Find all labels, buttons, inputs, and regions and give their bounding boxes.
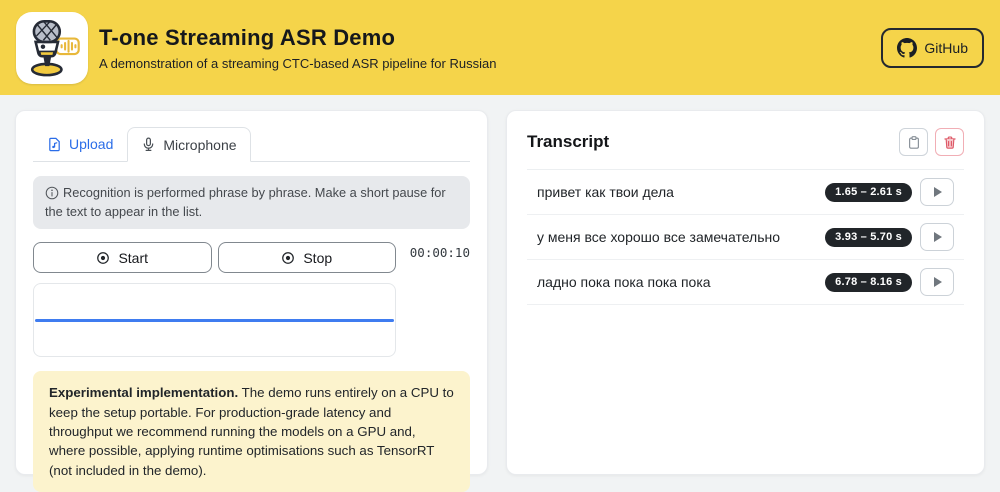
tab-microphone[interactable]: Microphone <box>127 127 250 162</box>
transcript-title: Transcript <box>527 132 609 152</box>
transcript-actions <box>899 128 964 156</box>
time-badge: 3.93 – 5.70 s <box>825 228 912 247</box>
recording-timer: 00:00:10 <box>404 242 470 273</box>
page-title: T-one Streaming ASR Demo <box>99 25 496 51</box>
experimental-note-lead: Experimental implementation. <box>49 385 238 400</box>
waveform-display <box>33 283 396 357</box>
transcript-text: ладно пока пока пока пока <box>537 274 711 290</box>
info-alert-text: Recognition is performed phrase by phras… <box>45 185 446 219</box>
time-badge: 6.78 – 8.16 s <box>825 273 912 292</box>
recording-controls: Start Stop 00:00:10 <box>33 242 470 273</box>
play-button[interactable] <box>920 223 954 251</box>
tab-upload-label: Upload <box>69 136 113 152</box>
page-subtitle: A demonstration of a streaming CTC-based… <box>99 56 496 71</box>
microphone-logo-icon <box>21 17 83 79</box>
transcript-row: ладно пока пока пока пока 6.78 – 8.16 s <box>527 260 964 305</box>
tab-bar: Upload Microphone <box>33 127 470 162</box>
transcript-row: у меня все хорошо все замечательно 3.93 … <box>527 215 964 260</box>
transcript-header: Transcript <box>527 128 964 170</box>
trash-icon <box>943 135 957 150</box>
main-content: Upload Microphone Recognition is perf <box>0 95 1000 490</box>
stop-button-label: Stop <box>303 250 332 266</box>
copy-button[interactable] <box>899 128 928 156</box>
experimental-note: Experimental implementation. The demo ru… <box>33 371 470 492</box>
waveform-line <box>35 319 394 322</box>
app-page: T-one Streaming ASR Demo A demonstration… <box>0 0 1000 491</box>
start-button[interactable]: Start <box>33 242 212 273</box>
info-icon <box>45 186 59 200</box>
github-button[interactable]: GitHub <box>881 28 984 68</box>
play-icon <box>934 187 942 197</box>
transcript-text: привет как твои дела <box>537 184 674 200</box>
app-header: T-one Streaming ASR Demo A demonstration… <box>0 0 1000 95</box>
record-button-group: Start Stop <box>33 242 396 273</box>
transcript-panel: Transcript <box>506 110 985 475</box>
start-button-label: Start <box>118 250 148 266</box>
play-icon <box>934 232 942 242</box>
play-button[interactable] <box>920 268 954 296</box>
time-badge: 1.65 – 2.61 s <box>825 183 912 202</box>
clipboard-icon <box>907 135 921 150</box>
header-titles: T-one Streaming ASR Demo A demonstration… <box>99 25 496 71</box>
microphone-icon <box>141 137 156 152</box>
transcript-text: у меня все хорошо все замечательно <box>537 229 780 245</box>
app-logo <box>16 12 88 84</box>
info-alert: Recognition is performed phrase by phras… <box>33 176 470 229</box>
play-icon <box>934 277 942 287</box>
play-button[interactable] <box>920 178 954 206</box>
transcript-row: привет как твои дела 1.65 – 2.61 s <box>527 170 964 215</box>
file-music-icon <box>47 137 62 152</box>
tab-microphone-label: Microphone <box>163 137 236 153</box>
transcript-list: привет как твои дела 1.65 – 2.61 s у мен… <box>527 170 964 305</box>
record-icon <box>281 251 295 265</box>
github-button-label: GitHub <box>924 40 968 56</box>
clear-button[interactable] <box>935 128 964 156</box>
tab-upload[interactable]: Upload <box>33 127 127 161</box>
recorder-panel: Upload Microphone Recognition is perf <box>15 110 488 475</box>
stop-button[interactable]: Stop <box>218 242 397 273</box>
record-icon <box>96 251 110 265</box>
github-icon <box>897 38 917 58</box>
